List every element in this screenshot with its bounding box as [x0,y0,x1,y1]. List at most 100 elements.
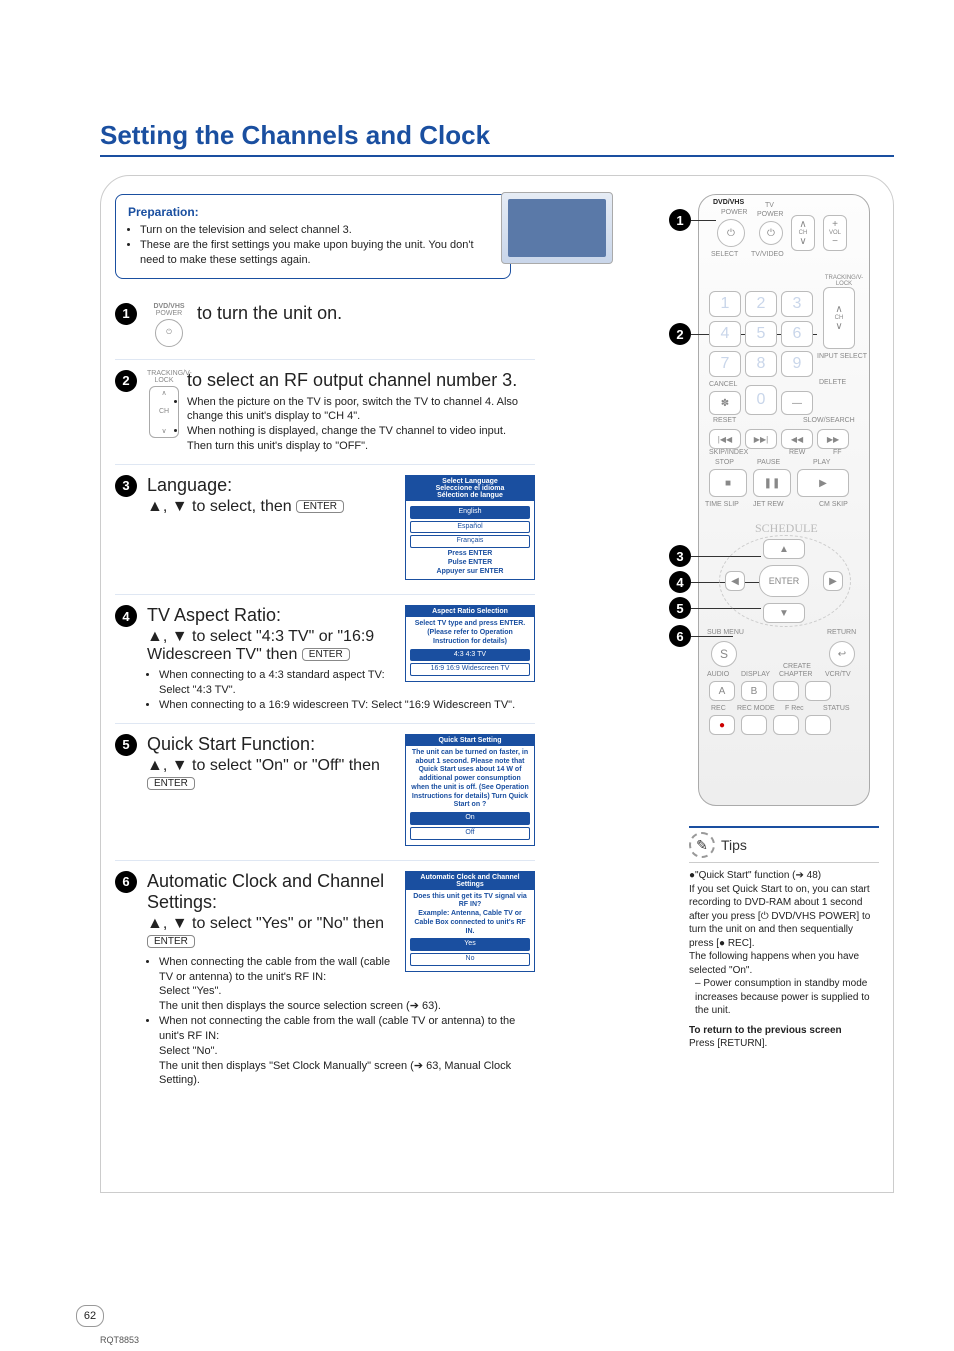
tracking-rocker[interactable]: ∧CH∨ [823,287,855,349]
chapter-button[interactable] [773,681,799,701]
label-recmode: REC MODE [737,705,775,712]
down-arrow-icon: ▼ [172,628,188,645]
label-select: SELECT [711,251,738,258]
num-3[interactable]: 3 [781,291,813,317]
osd5-body: The unit can be turned on faster, in abo… [410,749,530,810]
play-button[interactable]: ▶ [797,469,849,497]
step5-text: to select "On" or "Off" then [188,757,380,774]
num-1[interactable]: 1 [709,291,741,317]
rew-button[interactable]: ◀◀ [781,429,813,449]
label-jetrew: JET REW [753,501,784,508]
up-arrow-icon: ▲ [147,498,163,515]
tips-return-head: To return to the previous screen [689,1025,842,1036]
num-7[interactable]: 7 [709,351,741,377]
enter-button-icon: ENTER [302,648,350,661]
status-button[interactable] [805,715,831,735]
osd4-option: 4:3 4:3 TV [410,649,530,662]
num-6[interactable]: 6 [781,321,813,347]
num-5[interactable]: 5 [745,321,777,347]
label-slow: SLOW/SEARCH [803,417,855,424]
display-button[interactable]: B [741,681,767,701]
remote-label-power: POWER [147,310,191,317]
callout-2: 2 [669,323,691,345]
tips-icon: ✎ [689,832,715,858]
frec-button[interactable] [773,715,799,735]
num-9[interactable]: 9 [781,351,813,377]
down-arrow-icon: ▼ [172,915,188,932]
step6-title: Automatic Clock and Channel Settings: [147,871,384,912]
preparation-box: Preparation: Turn on the television and … [115,194,511,279]
step2-bullet: When nothing is displayed, change the TV… [159,424,525,454]
osd6-option: Yes [410,938,530,951]
step4-bullet: When connecting to a 16:9 widescreen TV:… [159,698,535,713]
rec-button[interactable]: ● [709,715,735,735]
up-arrow-icon: ▲ [147,757,163,774]
callout-1: 1 [669,209,691,231]
label-rew: REW [789,449,805,456]
tips-sub: – Power consumption in standby mode incr… [695,977,879,1018]
nav-up-button[interactable]: ▲ [763,539,805,559]
num-8[interactable]: 8 [745,351,777,377]
audio-button[interactable]: A [709,681,735,701]
stop-button[interactable]: ■ [709,469,747,497]
label-status: STATUS [823,705,850,712]
tv-power-button[interactable]: ⏻ [759,221,783,245]
label-ff: FF [833,449,842,456]
nav-left-button[interactable]: ◀ [725,571,745,591]
label-frec: F Rec [785,705,804,712]
pause-button[interactable]: ❚❚ [753,469,791,497]
step-4-badge: 4 [115,605,137,627]
return-button[interactable]: ↩ [829,641,855,667]
step5-title: Quick Start Function: [147,734,315,754]
label-dvdvhs: DVD/VHS [713,199,744,206]
osd4-body: Select TV type and press ENTER. (Please … [410,620,530,646]
step3-title: Language: [147,475,232,495]
osd3-option: English [410,506,530,519]
enter-button-icon: ENTER [147,777,195,790]
num-2[interactable]: 2 [745,291,777,317]
label-return: RETURN [827,629,856,636]
ch-rocker[interactable]: ∧CH∨ [791,215,815,251]
step-3-badge: 3 [115,475,137,497]
nav-down-button[interactable]: ▼ [763,603,805,623]
label-submenu: SUB MENU [707,629,744,636]
num-0[interactable]: 0 [745,385,777,415]
label-delete: DELETE [819,379,846,386]
dash-button[interactable]: — [781,391,813,415]
vcrtv-button[interactable] [805,681,831,701]
osd4-option: 16:9 16:9 Widescreen TV [410,663,530,676]
osd6-body: Does this unit get its TV signal via RF … [410,893,530,937]
submenu-button[interactable]: S [711,641,737,667]
callout-5: 5 [669,597,691,619]
skip-prev-button[interactable]: |◀◀ [709,429,741,449]
page-title: Setting the Channels and Clock [100,120,894,157]
callout-4: 4 [669,571,691,593]
vol-rocker[interactable]: +VOL− [823,215,847,251]
ff-button[interactable]: ▶▶ [817,429,849,449]
enter-button-icon: ENTER [296,500,344,513]
cancel-button[interactable]: ✽ [709,391,741,415]
dvdvhs-power-button[interactable]: ⏻ [717,219,745,247]
label-create: CREATE [783,663,811,670]
tips-title: Tips [721,836,747,855]
down-arrow-icon: ▼ [172,498,188,515]
tips-section: ✎ Tips ●"Quick Start" function (➔ 48) If… [689,826,879,1051]
label-audio: AUDIO [707,671,729,678]
remote-label-tracking: TRACKING/V-LOCK [147,370,181,384]
step-5: 5 Quick Start Setting The unit can be tu… [115,723,535,860]
enter-button[interactable]: ENTER [759,565,809,597]
num-4[interactable]: 4 [709,321,741,347]
label-rec: REC [711,705,726,712]
skip-next-button[interactable]: ▶▶| [745,429,777,449]
label-cmskip: CM SKIP [819,501,848,508]
step-2: 2 TRACKING/V-LOCK ∧CH∨ to select an RF o… [115,359,535,464]
osd4-head: Aspect Ratio Selection [406,606,534,617]
nav-right-button[interactable]: ▶ [823,571,843,591]
prep-item: Turn on the television and select channe… [140,223,498,238]
label-tv: TV [765,202,774,209]
prep-item: These are the first settings you make up… [140,238,498,268]
label-skip: SKIP/INDEX [709,449,748,456]
step-6-badge: 6 [115,871,137,893]
recmode-button[interactable] [741,715,767,735]
remote-illustration: 1 2 3 4 5 6 DVD/VHS POWER ⏻ TV POWER ⏻ ∧… [698,194,870,806]
